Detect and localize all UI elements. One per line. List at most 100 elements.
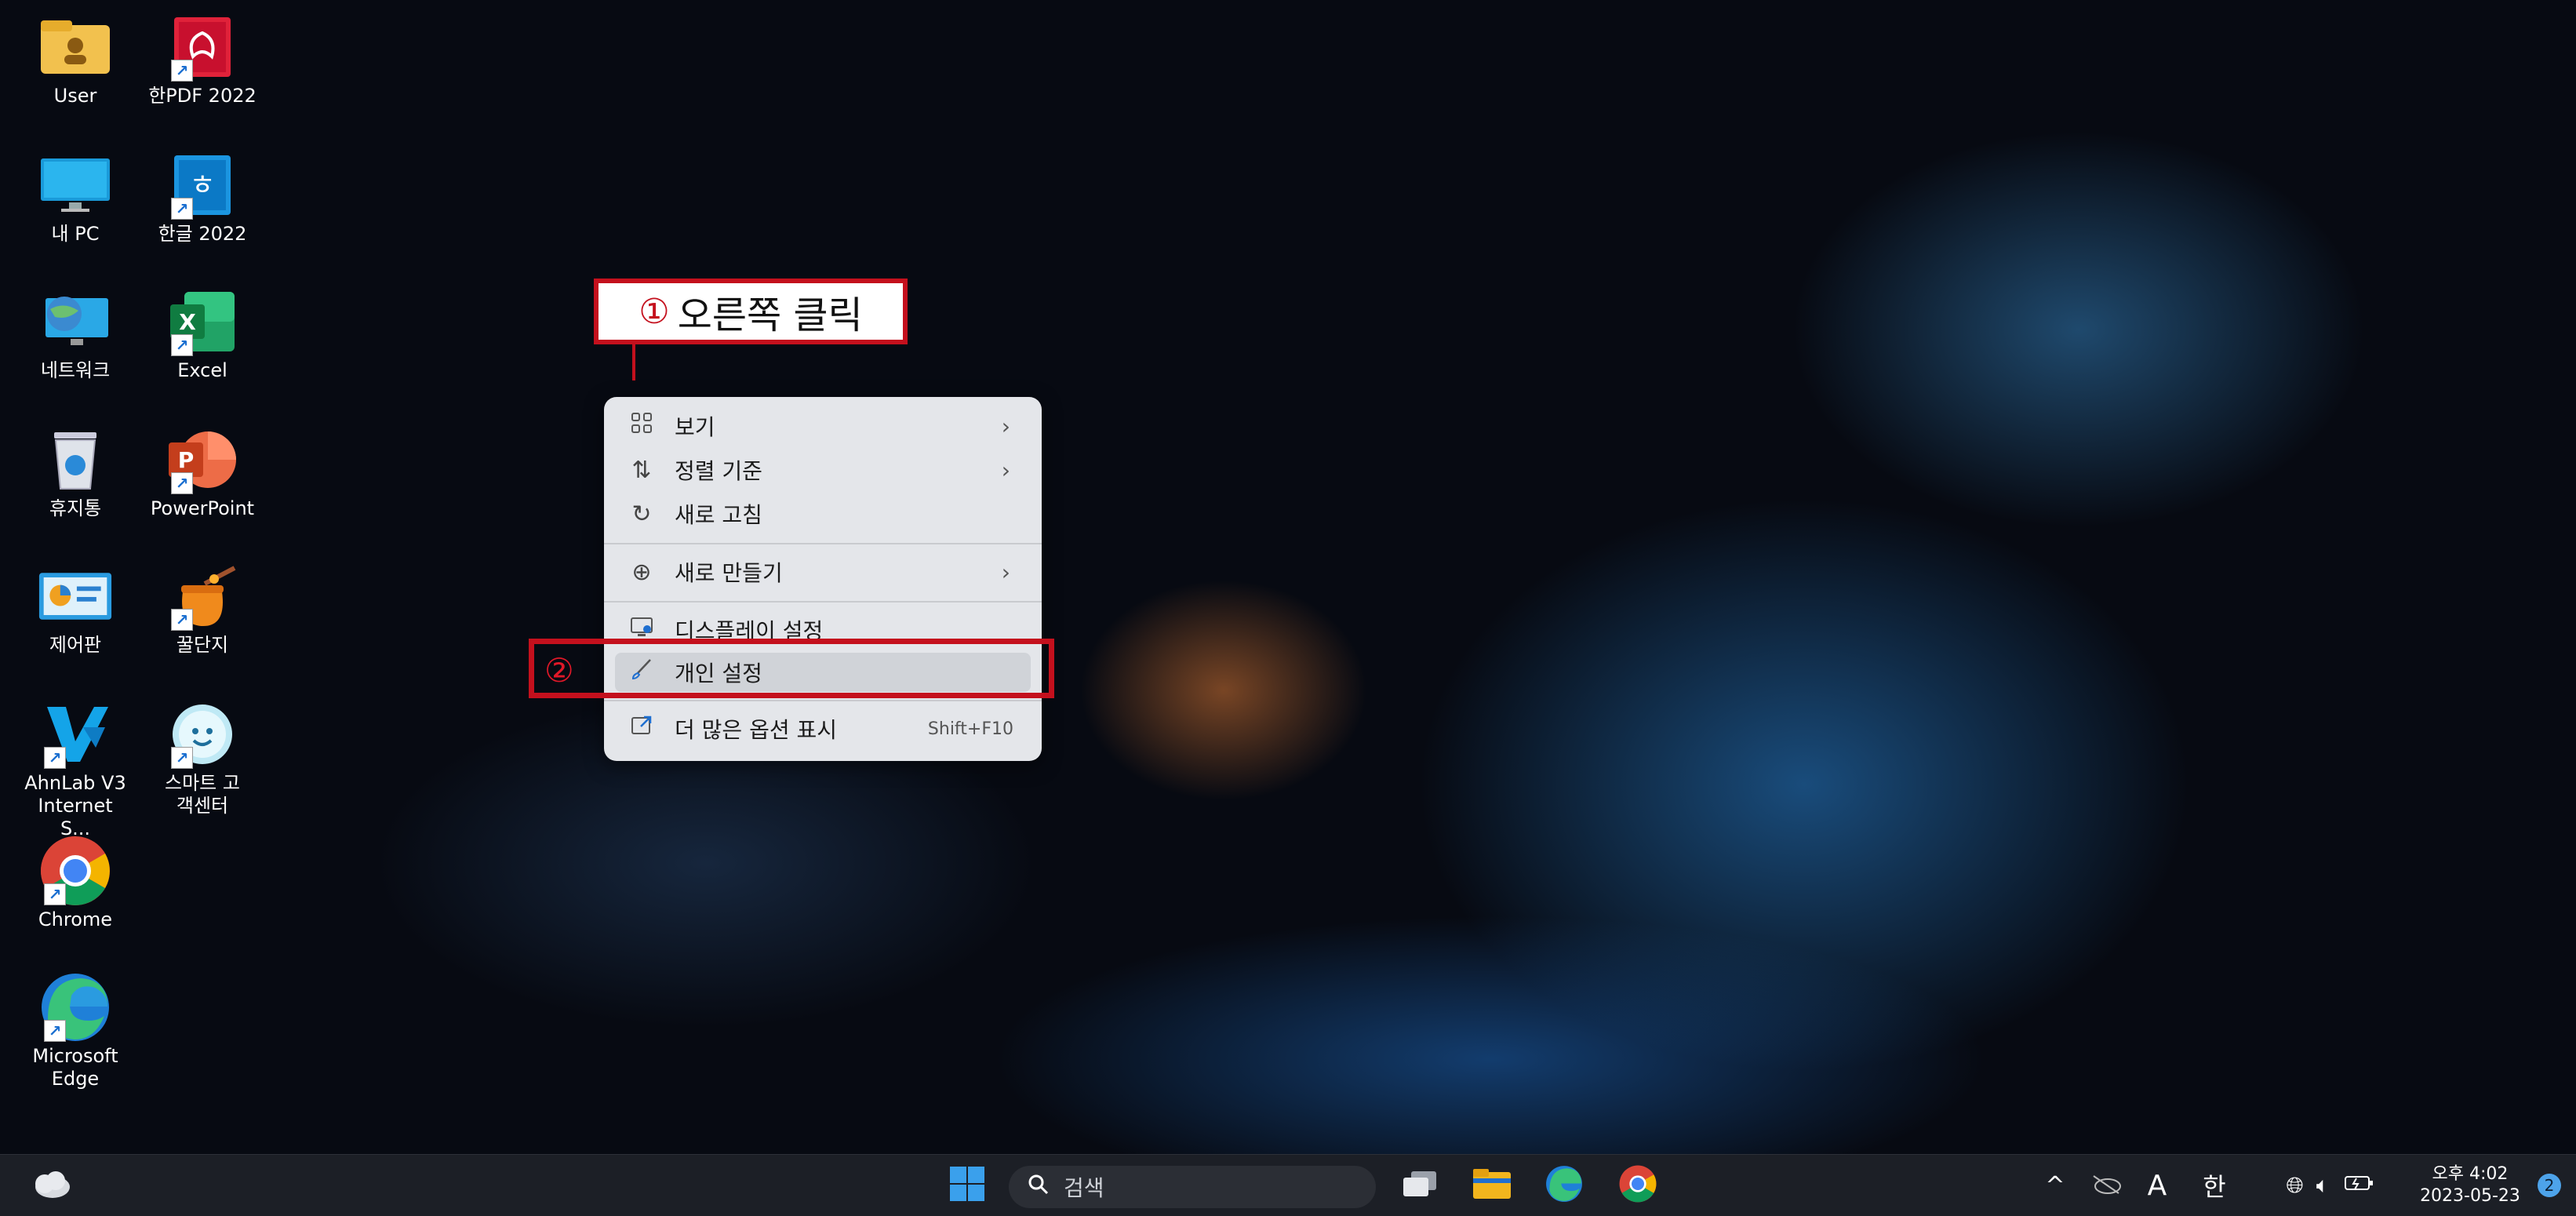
chrome-icon: ↗ [38, 836, 113, 905]
desktop-icon-label: 꿀단지 [176, 634, 229, 656]
plus-icon: ⊕ [631, 558, 652, 586]
show-hidden-icons-button[interactable]: ^ [2039, 1163, 2071, 1208]
user-folder-icon [38, 16, 113, 78]
quick-settings-button[interactable]: 🌐︎ 🔈︎ [2272, 1163, 2389, 1208]
chevron-right-icon: › [1001, 559, 1010, 585]
task-view-button[interactable] [1396, 1163, 1443, 1208]
clock-date: 2023-05-23 [2420, 1186, 2520, 1206]
desktop-icon-label: 스마트 고객센터 [165, 772, 240, 817]
shortcut-arrow-icon: ↗ [44, 747, 66, 769]
annotation-step-number: ② [544, 651, 574, 690]
windows-logo-icon [948, 1165, 986, 1206]
desktop-icon-ahnlab-v3[interactable]: ↗ AhnLab V3 Internet S... [13, 703, 138, 840]
shortcut-arrow-icon: ↗ [171, 747, 193, 769]
menu-item-show-more-options[interactable]: 더 많은 옵션 표시 Shift+F10 [615, 708, 1031, 750]
desktop-icon-recycle-bin[interactable]: 휴지통 [13, 428, 138, 520]
menu-item-view[interactable]: 보기 › [615, 405, 1031, 447]
desktop-icon-label: User [53, 85, 97, 107]
desktop-icon-label: 한글 2022 [158, 223, 247, 245]
shortcut-arrow-icon: ↗ [171, 472, 193, 494]
annotation-step-number: ① [639, 291, 670, 332]
desktop-icon-excel[interactable]: X ↗ Excel [140, 290, 265, 382]
volume-icon: 🔈︎ [2316, 1172, 2330, 1198]
onedrive-button[interactable] [2087, 1163, 2126, 1208]
desktop-icon-chrome[interactable]: ↗ Chrome [13, 836, 138, 931]
more-options-icon [626, 714, 657, 744]
notification-center-button[interactable]: 2 [2534, 1163, 2565, 1208]
search-icon [1028, 1174, 1050, 1201]
svg-text:X: X [179, 309, 196, 335]
annotation-text: 오른쪽 클릭 [677, 293, 863, 337]
desktop-icon-control-panel[interactable]: 제어판 [13, 565, 138, 657]
menu-separator [604, 543, 1042, 544]
sort-icon: ⇅ [631, 456, 652, 484]
start-button[interactable] [941, 1163, 993, 1208]
shortcut-arrow-icon: ↗ [171, 198, 193, 220]
shortcut-hint: Shift+F10 [927, 719, 1013, 739]
annotation-right-click: ① 오른쪽 클릭 [594, 279, 908, 344]
smart-support-icon: ↗ [165, 703, 240, 769]
menu-item-label: 새로 고침 [675, 502, 762, 528]
input-indicator-han[interactable]: 한 [2196, 1163, 2232, 1208]
desktop-icon-honeypot[interactable]: ↗ 꿀단지 [140, 565, 265, 657]
desktop-icon-smart-support[interactable]: ↗ 스마트 고객센터 [140, 703, 265, 817]
clock-time: 오후 4:02 [2432, 1164, 2509, 1184]
annotation-highlight-personalize [529, 639, 1054, 698]
chrome-icon [1619, 1165, 1657, 1206]
refresh-icon: ↻ [631, 500, 652, 528]
desktop-icon-label: Excel [177, 359, 227, 381]
battery-charging-icon [2344, 1173, 2375, 1199]
desktop-wallpaper[interactable]: User 내 PC 네트워크 휴지통 제어판 ↗ AhnLab V3 Inter… [0, 0, 2576, 1154]
desktop-icon-label: 휴지통 [49, 497, 102, 519]
chevron-up-icon: ^ [2045, 1171, 2065, 1200]
notification-badge: 2 [2538, 1174, 2561, 1197]
control-panel-icon [38, 565, 113, 628]
ahnlab-v3-icon: ↗ [38, 703, 113, 769]
menu-item-label: 정렬 기준 [675, 458, 762, 484]
search-placeholder: 검색 [1064, 1175, 1104, 1201]
cloud-icon [29, 1168, 73, 1203]
desktop-icon-label: 내 PC [51, 223, 100, 245]
grid-icon [626, 411, 657, 441]
desktop-icon-edge[interactable]: ↗ Microsoft Edge [13, 974, 138, 1090]
shortcut-arrow-icon: ↗ [171, 334, 193, 356]
menu-item-refresh[interactable]: ↻ 새로 고침 [615, 493, 1031, 535]
edge-icon [1545, 1165, 1583, 1206]
desktop-icon-label: PowerPoint [150, 497, 255, 519]
shortcut-arrow-icon: ↗ [171, 60, 193, 82]
cloud-offline-icon [2090, 1173, 2122, 1198]
hangul-icon: ㅎ ↗ [165, 154, 240, 220]
file-explorer-button[interactable] [1468, 1163, 1515, 1208]
menu-item-label: 보기 [675, 414, 715, 440]
monitor-icon [38, 154, 113, 217]
edge-icon: ↗ [38, 974, 113, 1042]
menu-item-sort-by[interactable]: ⇅ 정렬 기준 › [615, 449, 1031, 491]
desktop-icon-label: 한PDF 2022 [148, 85, 257, 107]
desktop-icon-label: Microsoft Edge [32, 1045, 118, 1090]
taskbar-search-box[interactable]: 검색 [1009, 1166, 1376, 1208]
annotation-pointer-line [632, 344, 635, 380]
desktop-icon-powerpoint[interactable]: P ↗ PowerPoint [140, 428, 265, 520]
clock-button[interactable]: 오후 4:02 2023-05-23 [2411, 1163, 2529, 1208]
powerpoint-icon: P ↗ [165, 428, 240, 494]
desktop-context-menu: 보기 › ⇅ 정렬 기준 › ↻ 새로 고침 ⊕ 새로 만들기 › 디스플레이 … [604, 397, 1042, 761]
shortcut-arrow-icon: ↗ [171, 609, 193, 631]
menu-item-new[interactable]: ⊕ 새로 만들기 › [615, 551, 1031, 593]
input-indicator-a[interactable]: A [2141, 1163, 2173, 1208]
folder-icon [1472, 1167, 1512, 1203]
desktop-icon-hangul[interactable]: ㅎ ↗ 한글 2022 [140, 154, 265, 246]
desktop-icon-network[interactable]: 네트워크 [13, 290, 138, 382]
desktop-icon-hanpdf[interactable]: ↗ 한PDF 2022 [140, 16, 265, 107]
chrome-taskbar-button[interactable] [1614, 1163, 1661, 1208]
menu-separator [604, 700, 1042, 701]
desktop-icon-user[interactable]: User [13, 16, 138, 107]
weather-widget-button[interactable] [24, 1163, 78, 1208]
shortcut-arrow-icon: ↗ [44, 1020, 66, 1042]
desktop-icon-label: 네트워크 [40, 359, 111, 381]
edge-taskbar-button[interactable] [1541, 1163, 1588, 1208]
menu-item-label: 새로 만들기 [675, 560, 783, 586]
shortcut-arrow-icon: ↗ [44, 883, 66, 905]
desktop-icon-mypc[interactable]: 내 PC [13, 154, 138, 246]
desktop-icon-label: Chrome [38, 908, 113, 930]
honeypot-icon: ↗ [165, 565, 240, 631]
